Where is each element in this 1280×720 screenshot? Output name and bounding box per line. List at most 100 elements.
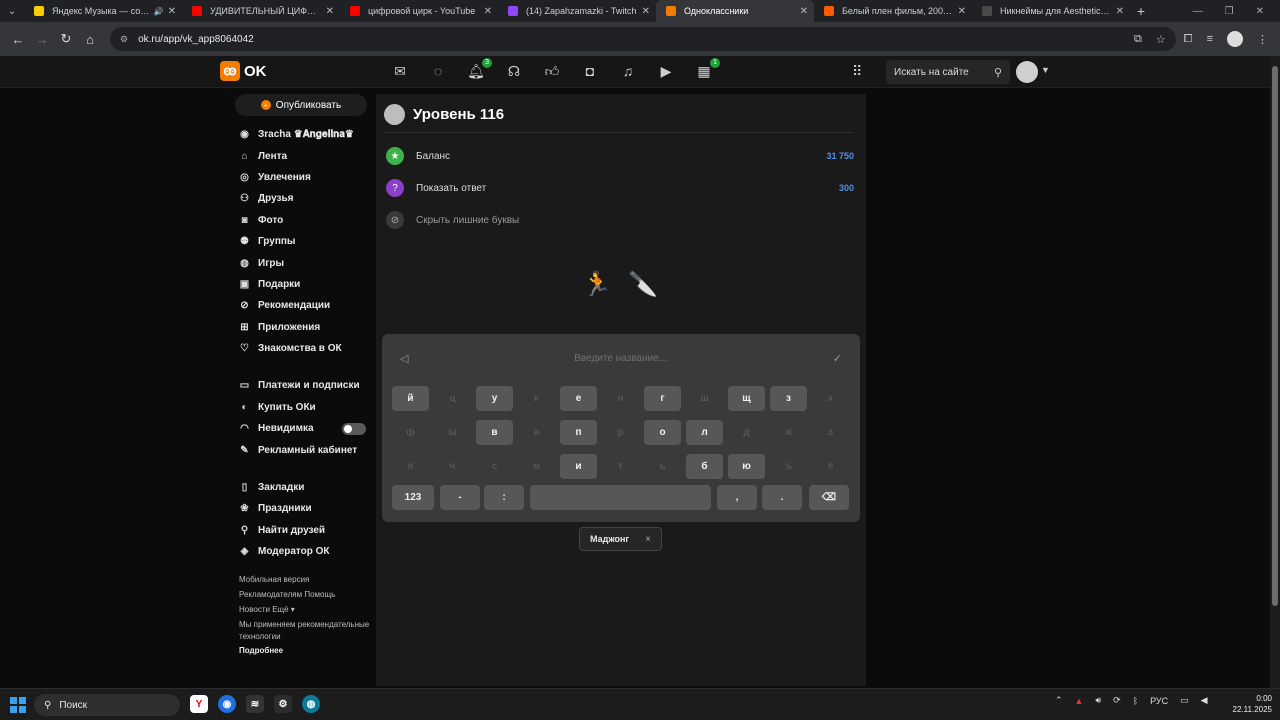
maximize-icon[interactable]: ❐ — [1225, 6, 1234, 17]
profile-avatar[interactable] — [1227, 31, 1243, 47]
steam-icon[interactable]: ⚙ — [274, 695, 292, 713]
edge-icon[interactable]: ◍ — [302, 695, 320, 713]
sidebar-item-find-friends[interactable]: ⚲ Найти друзей — [230, 520, 370, 541]
key-space[interactable] — [530, 485, 711, 510]
site-info-icon[interactable]: ⚙ — [120, 34, 128, 45]
key-letter[interactable]: б — [686, 454, 723, 479]
sidebar-item-moderator[interactable]: ◈ Модератор ОК — [230, 541, 370, 562]
key-letter[interactable]: з — [770, 386, 807, 411]
browser-tab[interactable]: цифровой цирк - YouTube ✕ — [340, 0, 498, 22]
video-icon[interactable]: ◘ — [582, 62, 598, 80]
sidebar-item-apps[interactable]: ⊞ Приложения — [230, 317, 370, 338]
backspace-icon[interactable]: ⌫ — [809, 485, 849, 510]
key-comma[interactable]: , — [717, 485, 757, 510]
check-icon[interactable]: ✓ — [833, 352, 842, 365]
scrollbar-thumb[interactable] — [1272, 66, 1278, 606]
publish-button[interactable]: + Опубликовать — [235, 94, 367, 116]
sidebar-item-camera[interactable]: ◙ Фото — [230, 210, 370, 231]
tab-audio-icon[interactable]: 🔊 — [154, 7, 164, 16]
mobile-version-link[interactable]: Мобильная версия — [239, 575, 309, 584]
sidebar-item-holiday[interactable]: ❀ Праздники — [230, 498, 370, 519]
new-tab-icon[interactable]: + — [1130, 3, 1152, 19]
sidebar-item-gamepad[interactable]: ◍ Игры — [230, 252, 370, 273]
home-icon[interactable]: ⌂ — [78, 27, 102, 51]
yandex-browser-icon[interactable]: Y — [190, 695, 208, 713]
hide-letters-row[interactable]: ⊘ Скрыть лишние буквы — [386, 210, 854, 230]
key-letter[interactable]: л — [686, 420, 723, 445]
tab-close-icon[interactable]: ✕ — [326, 6, 334, 17]
guests-icon[interactable]: ☊ — [506, 62, 522, 80]
browser-tab[interactable]: (14) Zapahzamazki - Twitch ✕ — [498, 0, 656, 22]
chevron-up-icon[interactable]: ⌃ — [1055, 695, 1063, 706]
page-scrollbar[interactable] — [1270, 56, 1280, 688]
back-icon[interactable]: ← — [6, 27, 30, 51]
key-letter[interactable]: г — [644, 386, 681, 411]
key-colon[interactable]: : — [484, 485, 524, 510]
ok-logo[interactable]: ꙭ OK — [220, 61, 267, 81]
key-letter[interactable]: и — [560, 454, 597, 479]
game-chip[interactable]: Маджонг × — [579, 527, 662, 551]
bluetooth-icon[interactable]: ᛒ — [1133, 696, 1138, 706]
minimize-icon[interactable]: — — [1193, 6, 1203, 17]
volume-icon[interactable]: ◀︎ — [1201, 695, 1208, 706]
notifications-icon[interactable]: 🔔︎ 3 — [467, 58, 492, 80]
news-link[interactable]: Новости — [239, 605, 270, 614]
key-letter[interactable]: п — [560, 420, 597, 445]
tab-search-icon[interactable]: ⌄ — [0, 0, 24, 22]
details-link[interactable]: Подробнее — [239, 643, 370, 658]
close-icon[interactable]: × — [645, 534, 651, 545]
more-link[interactable]: Ещё ▾ — [272, 605, 295, 614]
sidebar-item-dating[interactable]: ♡ Знакомства в ОК — [230, 338, 370, 359]
key-letter[interactable]: й — [392, 386, 429, 411]
key-dot[interactable]: . — [762, 485, 802, 510]
tab-close-icon[interactable]: ✕ — [958, 6, 966, 17]
tab-close-icon[interactable]: ✕ — [1116, 6, 1124, 17]
browser-tab[interactable]: Никнеймы для Aesthetic 💡 и ✕ — [972, 0, 1130, 22]
answer-input[interactable]: ◁ Введите название... ✓ — [382, 348, 860, 368]
install-icon[interactable]: ⧉ — [1134, 33, 1142, 46]
key-letter[interactable]: е — [560, 386, 597, 411]
help-link[interactable]: Помощь — [304, 590, 335, 599]
bookmark-star-icon[interactable]: ☆ — [1156, 33, 1166, 46]
user-avatar[interactable] — [1016, 61, 1038, 83]
extensions-icon[interactable]: ⧠ — [1184, 33, 1193, 46]
language-indicator[interactable]: РУС — [1150, 696, 1168, 706]
sync-icon[interactable]: ⟳ — [1113, 695, 1121, 706]
speaker-icon[interactable]: 🔊︎ — [1095, 695, 1101, 706]
sidebar-item-home[interactable]: ⌂ Лента — [230, 145, 370, 166]
sidebar-item-wallet[interactable]: ▭ Платежи и подписки — [230, 375, 370, 396]
search-icon[interactable]: ⚲ — [994, 66, 1002, 79]
url-field[interactable]: ⚙ ok.ru/app/vk_app8064042 ⧉ ☆ — [110, 27, 1176, 51]
browser-tab[interactable]: Яндекс Музыка — собирайте🔊 ✕ — [24, 0, 182, 22]
warning-icon[interactable]: ▲ — [1075, 696, 1084, 706]
reload-icon[interactable]: ↻ — [54, 27, 78, 51]
tab-close-icon[interactable]: ✕ — [642, 6, 650, 17]
sidebar-item-gift[interactable]: ▣ Подарки — [230, 274, 370, 295]
sidebar-item-hobby[interactable]: ◎ Увлечения — [230, 167, 370, 188]
sidebar-item-groups[interactable]: ⚉ Группы — [230, 231, 370, 252]
advertisers-link[interactable]: Рекламодателям — [239, 590, 302, 599]
sidebar-item-friends[interactable]: ⚇ Друзья — [230, 188, 370, 209]
forward-icon[interactable]: → — [30, 27, 54, 51]
tab-close-icon[interactable]: ✕ — [800, 6, 808, 17]
clock[interactable]: 0:00 22.11.2025 — [1228, 693, 1272, 715]
sidebar-item-ads[interactable]: ✎ Рекламный кабинет — [230, 439, 370, 460]
key-letter[interactable]: щ — [728, 386, 765, 411]
display-icon[interactable]: ▭ — [1180, 695, 1189, 706]
apps-grid-icon[interactable]: ⠿ — [852, 63, 862, 80]
key-123[interactable]: 123 — [392, 485, 434, 510]
discussions-icon[interactable]: ◌ — [430, 62, 446, 80]
windows-start-icon[interactable] — [10, 697, 26, 713]
key-letter[interactable]: ю — [728, 454, 765, 479]
chevron-down-icon[interactable]: ▼ — [1041, 65, 1050, 75]
tab-close-icon[interactable]: ✕ — [168, 6, 176, 17]
ratings-icon[interactable]: 👍︎ — [544, 62, 560, 80]
invisible-toggle[interactable] — [342, 422, 366, 435]
sidebar-item-invisible[interactable]: ◠ Невидимка — [230, 418, 370, 439]
site-search-input[interactable]: Искать на сайте ⚲ — [886, 60, 1010, 84]
browser-tab[interactable]: УДИВИТЕЛЬНЫЙ ЦИФРОВОЙ ✕ — [182, 0, 340, 22]
key-letter[interactable]: о — [644, 420, 681, 445]
taskbar-search[interactable]: ⚲ Поиск — [34, 694, 180, 716]
app-icon[interactable]: ≋ — [246, 695, 264, 713]
show-answer-row[interactable]: ? Показать ответ 300 — [386, 178, 854, 198]
